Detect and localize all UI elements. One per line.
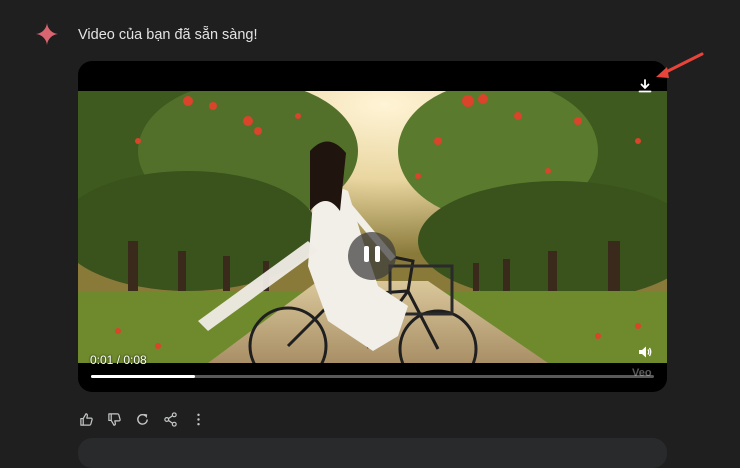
more-options-button[interactable] <box>188 409 208 429</box>
thumbs-down-icon <box>107 412 121 426</box>
time-display: 0:01 / 0:08 <box>90 353 147 367</box>
more-vert-icon <box>196 413 200 425</box>
regenerate-button[interactable] <box>132 409 152 429</box>
dislike-button[interactable] <box>104 409 124 429</box>
progress-fill <box>91 375 196 378</box>
video-frame[interactable] <box>78 91 667 363</box>
pause-button[interactable] <box>348 232 396 280</box>
veo-watermark: Veo <box>632 367 652 379</box>
share-button[interactable] <box>160 409 180 429</box>
progress-bar[interactable] <box>91 375 654 378</box>
volume-button[interactable] <box>634 341 656 363</box>
share-icon <box>163 411 177 427</box>
like-button[interactable] <box>76 409 96 429</box>
next-message-card <box>78 438 667 468</box>
gemini-sparkle-icon <box>36 23 58 45</box>
volume-icon <box>639 346 652 358</box>
response-actions <box>76 409 208 429</box>
video-player[interactable]: 0:01 / 0:08 Veo <box>78 61 667 392</box>
thumbs-up-icon <box>79 412 93 426</box>
pause-icon <box>361 245 383 267</box>
annotation-arrow <box>656 52 704 78</box>
response-message: Video của bạn đã sẵn sàng! <box>78 27 258 43</box>
refresh-icon <box>136 413 148 425</box>
